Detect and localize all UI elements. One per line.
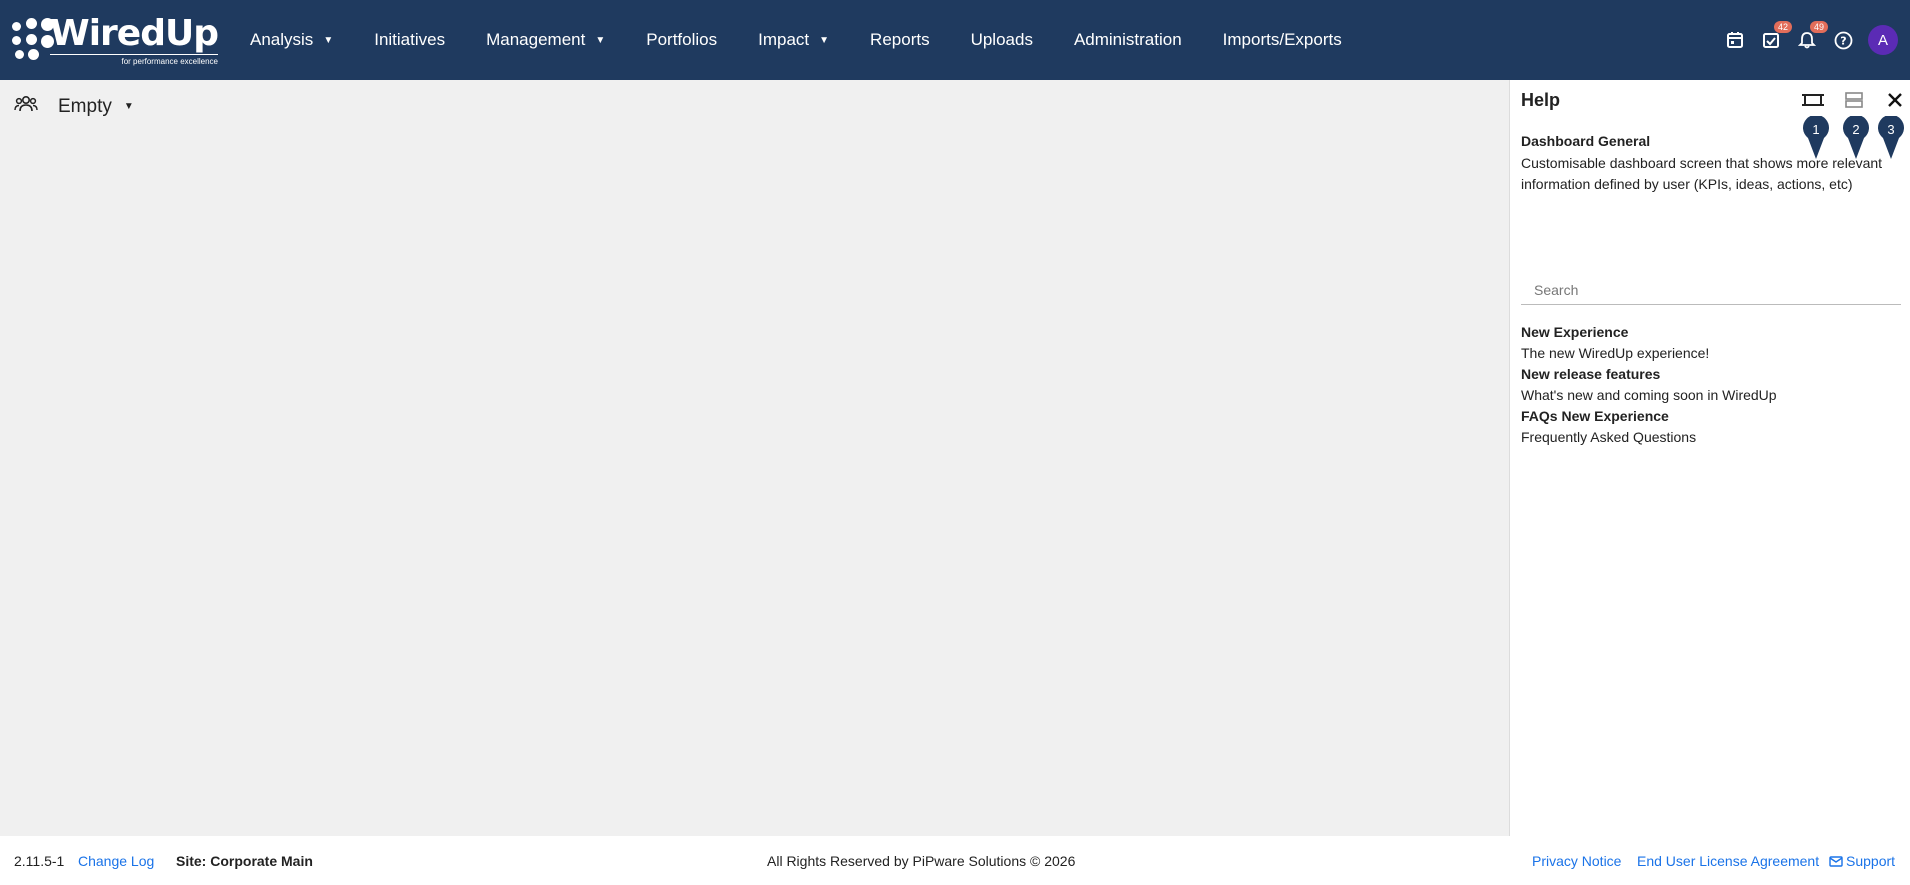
help-section-description: Customisable dashboard screen that shows… xyxy=(1521,155,1883,192)
tasks-check-icon[interactable]: 42 xyxy=(1760,21,1792,51)
brand-tagline: for performance excellence xyxy=(50,54,218,66)
nav-impact[interactable]: Impact ▼ xyxy=(758,30,829,50)
help-circle-icon[interactable]: ? xyxy=(1832,29,1854,51)
nav-administration[interactable]: Administration xyxy=(1074,30,1182,50)
nav-uploads[interactable]: Uploads xyxy=(971,30,1033,50)
nav-management[interactable]: Management ▼ xyxy=(486,30,605,50)
help-link-desc: The new WiredUp experience! xyxy=(1521,345,1710,361)
top-right-icons: 42 49 ? A xyxy=(1710,0,1910,80)
close-icon[interactable] xyxy=(1884,90,1906,110)
logo-dots-icon xyxy=(12,18,54,64)
help-title: Help xyxy=(1521,90,1561,110)
version-label: 2.11.5-1 xyxy=(14,852,65,869)
nav-initiatives[interactable]: Initiatives xyxy=(374,30,445,50)
user-avatar[interactable]: A xyxy=(1868,25,1898,55)
help-link-new-experience[interactable]: New Experience xyxy=(1521,322,1777,343)
dashboard-selected: Empty xyxy=(58,95,112,117)
calendar-icon[interactable] xyxy=(1724,29,1746,51)
caret-down-icon: ▼ xyxy=(595,34,606,46)
notifications-badge: 49 xyxy=(1809,21,1828,33)
nav-imports-exports[interactable]: Imports/Exports xyxy=(1223,30,1342,50)
help-link-desc: What's new and coming soon in WiredUp xyxy=(1521,387,1777,403)
svg-text:?: ? xyxy=(1840,34,1846,47)
privacy-notice-link[interactable]: Privacy Notice xyxy=(1532,853,1621,869)
bell-icon[interactable]: 49 xyxy=(1796,21,1828,51)
wiredup-logo[interactable]: WiredUp for performance excellence xyxy=(12,13,219,66)
tasks-badge: 42 xyxy=(1773,21,1792,33)
help-search-input[interactable] xyxy=(1521,275,1901,305)
support-link[interactable]: Support xyxy=(1829,853,1895,869)
copyright-text: All Rights Reserved by PiPware Solutions… xyxy=(767,852,1076,869)
support-icon xyxy=(1829,854,1843,868)
dashboard-selector[interactable]: Empty ▼ xyxy=(14,94,134,119)
help-toolbar: 1 2 3 xyxy=(1800,90,1910,159)
users-group-icon xyxy=(14,94,38,119)
caret-down-icon: ▼ xyxy=(323,34,334,46)
footer: 2.11.5-1 Change Log Site: Corporate Main… xyxy=(0,836,1910,885)
eula-link[interactable]: End User License Agreement xyxy=(1637,853,1819,869)
brand-name: WiredUp xyxy=(50,13,219,54)
help-link-faqs[interactable]: FAQs New Experience xyxy=(1521,406,1777,427)
help-panel: Help 1 2 3 Dashboard General Customisabl… xyxy=(1509,80,1910,836)
panel-layout-icon[interactable] xyxy=(1802,90,1824,110)
help-section-title: Dashboard General xyxy=(1521,133,1651,149)
caret-down-icon: ▼ xyxy=(819,34,830,46)
change-log-link[interactable]: Change Log xyxy=(78,853,154,869)
top-navigation-bar: WiredUp for performance excellence Analy… xyxy=(0,0,1910,80)
caret-down-icon: ▼ xyxy=(123,101,134,112)
help-links-list: New Experience The new WiredUp experienc… xyxy=(1521,322,1777,448)
help-link-desc: Frequently Asked Questions xyxy=(1521,429,1697,445)
panel-split-icon[interactable] xyxy=(1843,90,1865,110)
main-menu: Analysis ▼ Initiatives Management ▼ Portfo… xyxy=(250,0,1383,80)
nav-reports[interactable]: Reports xyxy=(870,30,930,50)
help-link-new-release-features[interactable]: New release features xyxy=(1521,364,1777,385)
nav-analysis[interactable]: Analysis ▼ xyxy=(250,30,333,50)
site-label: Site: Corporate Main xyxy=(176,852,313,869)
nav-portfolios[interactable]: Portfolios xyxy=(646,30,717,50)
